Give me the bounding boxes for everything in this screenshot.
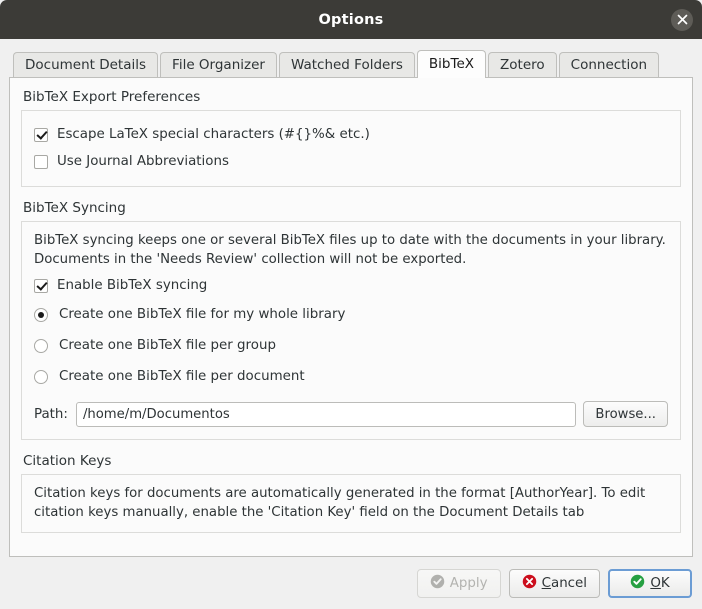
tab-file-organizer[interactable]: File Organizer (160, 52, 277, 77)
close-icon[interactable] (671, 8, 693, 31)
tab-zotero[interactable]: Zotero (488, 52, 557, 77)
citation-keys-frame: Citation keys for documents are automati… (21, 474, 681, 533)
window-title: Options (318, 11, 384, 28)
bibtex-syncing-frame: BibTeX syncing keeps one or several BibT… (21, 221, 681, 440)
section-bibtex-syncing: BibTeX Syncing BibTeX syncing keeps one … (21, 200, 681, 440)
dialog-footer: Apply Cancel OK (0, 565, 702, 609)
ok-rest: K (660, 575, 670, 591)
path-label: Path: (34, 406, 68, 422)
section-citation-keys: Citation Keys Citation keys for document… (21, 453, 681, 533)
radio-icon[interactable] (34, 307, 48, 322)
check-circle-icon (430, 574, 445, 593)
cancel-button[interactable]: Cancel (508, 568, 600, 598)
export-preferences-frame: Escape LaTeX special characters (#{}%& e… (21, 110, 681, 187)
ok-button-label: OK (650, 576, 669, 591)
tab-bibtex[interactable]: BibTeX (416, 50, 487, 78)
tab-connection[interactable]: Connection (558, 52, 660, 77)
tab-strip: Document Details File Organizer Watched … (9, 49, 693, 78)
radio-icon[interactable] (34, 369, 48, 384)
cancel-mnemonic: C (541, 575, 551, 591)
path-input[interactable] (75, 401, 577, 427)
tab-watched-folders[interactable]: Watched Folders (278, 52, 415, 77)
cancel-rest: ancel (550, 575, 587, 591)
check-circle-icon (630, 574, 645, 593)
section-export-preferences: BibTeX Export Preferences Escape LaTeX s… (21, 89, 681, 187)
radio-per-document[interactable]: Create one BibTeX file per document (34, 362, 668, 391)
checkbox-label: Escape LaTeX special characters (#{}%& e… (57, 127, 370, 142)
ok-mnemonic: O (650, 575, 661, 591)
cancel-circle-icon (522, 574, 537, 593)
radio-label: Create one BibTeX file per group (59, 338, 276, 353)
cancel-button-label: Cancel (542, 576, 587, 591)
radio-icon[interactable] (34, 338, 48, 353)
tab-label: Connection (570, 57, 648, 73)
bibtex-syncing-title: BibTeX Syncing (23, 200, 126, 216)
tab-label: Watched Folders (290, 57, 403, 73)
browse-button[interactable]: Browse... (583, 401, 668, 427)
tab-label: Document Details (25, 57, 147, 73)
radio-label: Create one BibTeX file for my whole libr… (59, 307, 346, 322)
citation-keys-description: Citation keys for documents are automati… (34, 486, 646, 520)
checkbox-label: Enable BibTeX syncing (57, 278, 208, 293)
tab-document-details[interactable]: Document Details (13, 52, 159, 77)
dialog-body: Document Details File Organizer Watched … (0, 39, 702, 565)
radio-whole-library[interactable]: Create one BibTeX file for my whole libr… (34, 300, 668, 329)
tab-label: Zotero (500, 57, 545, 73)
checkbox-icon[interactable] (34, 278, 48, 293)
checkbox-journal-abbreviations[interactable]: Use Journal Abbreviations (34, 149, 668, 174)
radio-label: Create one BibTeX file per document (59, 369, 305, 384)
title-bar: Options (0, 0, 702, 39)
apply-button-label: Apply (449, 575, 488, 591)
tab-label: File Organizer (172, 57, 265, 73)
apply-button[interactable]: Apply (416, 568, 501, 598)
checkbox-icon[interactable] (34, 154, 48, 169)
checkbox-label: Use Journal Abbreviations (57, 154, 229, 169)
syncing-description: BibTeX syncing keeps one or several BibT… (34, 233, 666, 267)
citation-keys-title: Citation Keys (23, 453, 112, 469)
ok-button[interactable]: OK (608, 568, 692, 598)
radio-per-group[interactable]: Create one BibTeX file per group (34, 331, 668, 360)
options-dialog: Options Document Details File Organizer … (0, 0, 702, 609)
export-preferences-title: BibTeX Export Preferences (23, 89, 201, 105)
checkbox-enable-bibtex-syncing[interactable]: Enable BibTeX syncing (34, 273, 668, 298)
path-row: Path: Browse... (34, 401, 668, 427)
bibtex-tab-page: BibTeX Export Preferences Escape LaTeX s… (9, 77, 693, 557)
checkbox-icon[interactable] (34, 127, 48, 142)
checkbox-escape-latex[interactable]: Escape LaTeX special characters (#{}%& e… (34, 122, 668, 147)
tab-label: BibTeX (428, 56, 475, 72)
